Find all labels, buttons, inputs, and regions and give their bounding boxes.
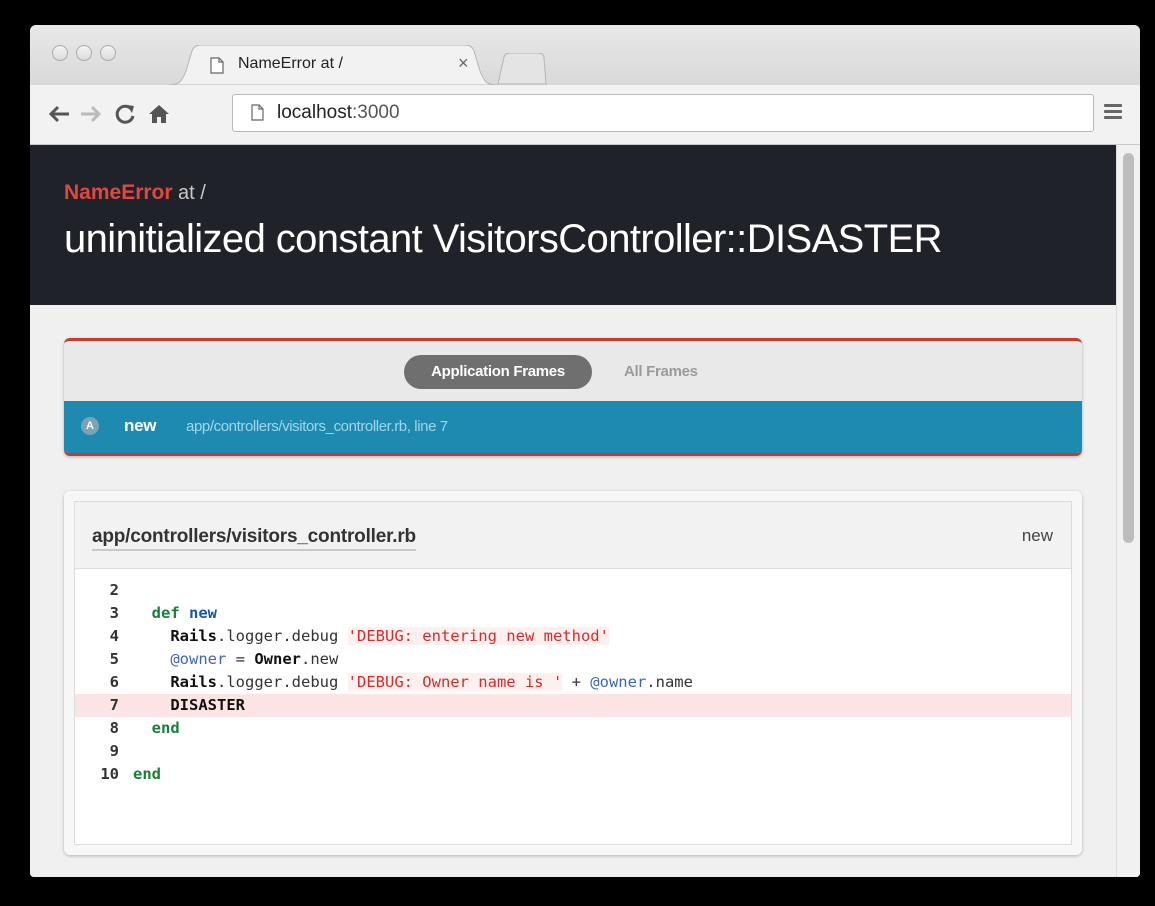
minimize-window-button[interactable]: [76, 45, 92, 61]
constant-rails: Rails: [170, 673, 217, 691]
tab-strip: NameError at / ×: [30, 25, 1140, 85]
reload-button[interactable]: [110, 99, 140, 129]
keyword-def: def: [151, 604, 180, 622]
frame-method: new: [124, 416, 157, 435]
tab-all-frames[interactable]: All Frames: [624, 355, 698, 389]
constant-rails: Rails: [170, 627, 217, 645]
method-name: new: [189, 604, 218, 622]
code-line: 10 end: [75, 763, 1071, 786]
frames-tabs: Application Frames All Frames: [64, 341, 1082, 401]
string-literal: 'DEBUG: Owner name is ': [347, 673, 563, 691]
code-file-link[interactable]: app/controllers/visitors_controller.rb: [92, 526, 416, 551]
method-call: .logger.debug: [217, 673, 348, 691]
code-container: app/controllers/visitors_controller.rb n…: [74, 501, 1072, 845]
keyword-end: end: [151, 719, 180, 737]
frames-panel: Application Frames All Frames A new app/…: [64, 338, 1082, 456]
back-arrow-icon: [48, 105, 69, 123]
new-tab-button[interactable]: [496, 53, 548, 85]
url-host: localhost: [277, 102, 352, 123]
keyword-end: end: [133, 765, 161, 783]
line-number: 7: [109, 696, 119, 714]
line-number: 8: [109, 719, 119, 737]
tab-close-button[interactable]: ×: [458, 53, 469, 74]
home-icon: [149, 105, 169, 123]
error-message: uninitialized constant VisitorsControlle…: [64, 217, 943, 261]
code-panel: app/controllers/visitors_controller.rb n…: [64, 491, 1082, 855]
instance-variable: @owner: [590, 673, 647, 691]
code-line: 2: [75, 579, 1071, 602]
url-port: :3000: [352, 102, 400, 123]
constant-owner: Owner: [254, 650, 301, 668]
page-scrollbar[interactable]: [1116, 145, 1140, 877]
frame-location: app/controllers/visitors_controller.rb, …: [186, 418, 448, 435]
code-line: 4 Rails.logger.debug 'DEBUG: entering ne…: [75, 625, 1071, 648]
page-icon: [210, 57, 224, 74]
zoom-window-button[interactable]: [100, 45, 116, 61]
code-line: 3 def new: [75, 602, 1071, 625]
home-button[interactable]: [144, 99, 174, 129]
code-line: 6 Rails.logger.debug 'DEBUG: Owner name …: [75, 671, 1071, 694]
code-method-name: new: [1021, 526, 1053, 545]
code-line: 5 @owner = Owner.new: [75, 648, 1071, 671]
back-button[interactable]: [44, 99, 74, 129]
browser-toolbar: localhost:3000: [30, 85, 1140, 145]
error-location: at /: [178, 182, 206, 204]
line-number: 2: [109, 581, 119, 599]
method-call: .logger.debug: [217, 627, 348, 645]
line-number: 9: [109, 742, 119, 760]
tab-active[interactable]: NameError at / ×: [168, 45, 498, 85]
page-icon: [251, 104, 264, 121]
scrollbar-thumb[interactable]: [1123, 153, 1134, 543]
code-line: 9: [75, 740, 1071, 763]
line-number: 3: [109, 604, 119, 622]
code-listing: 2 3 def new 4 Rails.logger.debug 'DEBUG:…: [75, 579, 1071, 786]
line-number: 10: [100, 765, 119, 783]
forward-button[interactable]: [76, 99, 106, 129]
code-header: app/controllers/visitors_controller.rb n…: [75, 502, 1071, 569]
url-text: localhost:3000: [277, 102, 400, 124]
application-frame-badge: A: [81, 417, 99, 435]
browser-menu-button[interactable]: [1102, 101, 1128, 127]
operator-plus: +: [562, 673, 591, 691]
address-bar[interactable]: localhost:3000: [232, 94, 1094, 132]
operator-assign: =: [226, 650, 255, 668]
string-literal: 'DEBUG: entering new method': [347, 627, 609, 645]
line-number: 4: [109, 627, 119, 645]
error-type: NameError: [64, 181, 173, 204]
code-line-highlighted: 7 DISASTER: [75, 694, 1071, 717]
method-call: .name: [646, 673, 693, 691]
tab-title: NameError at /: [238, 55, 343, 72]
browser-window: NameError at / × localhost:3000 NameErro…: [30, 25, 1140, 877]
line-number: 6: [109, 673, 119, 691]
reload-icon: [115, 104, 135, 124]
instance-variable: @owner: [170, 650, 227, 668]
line-number: 5: [109, 650, 119, 668]
method-call: .new: [301, 650, 339, 668]
close-window-button[interactable]: [52, 45, 68, 61]
page-content: NameError at / uninitialized constant Vi…: [30, 145, 1116, 877]
frame-row[interactable]: A new app/controllers/visitors_controlle…: [64, 401, 1082, 453]
error-header: NameError at / uninitialized constant Vi…: [30, 145, 1116, 305]
constant-disaster: DISASTER: [170, 696, 245, 714]
code-line: 8 end: [75, 717, 1071, 740]
tab-application-frames[interactable]: Application Frames: [404, 355, 592, 389]
forward-arrow-icon: [81, 105, 102, 123]
